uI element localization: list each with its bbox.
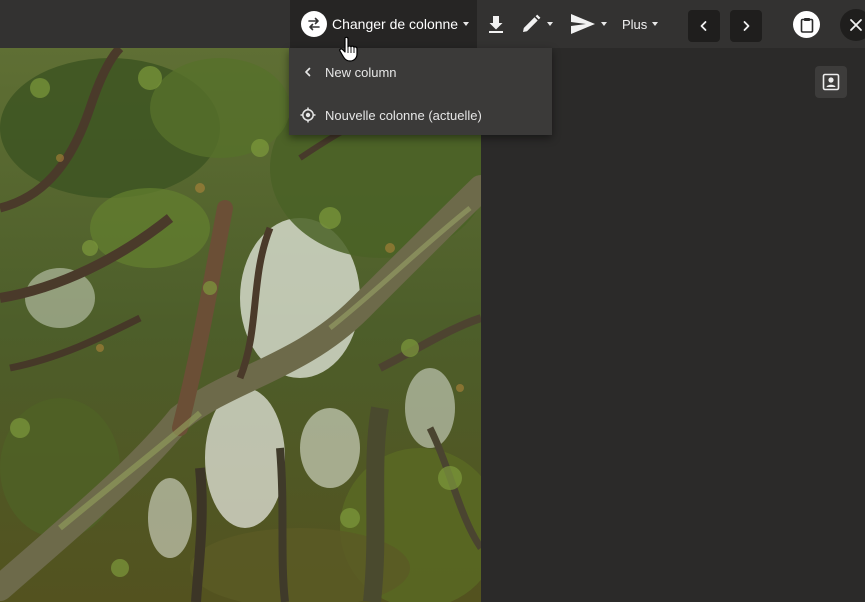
clipboard-icon <box>800 17 813 33</box>
contact-card-button[interactable] <box>815 66 847 98</box>
download-button[interactable] <box>484 0 508 48</box>
caret-down-icon <box>601 22 607 26</box>
caret-down-icon <box>463 22 470 26</box>
caret-down-icon <box>652 22 659 26</box>
download-icon <box>489 16 503 33</box>
crosshair-icon <box>300 107 316 123</box>
caret-down-icon <box>547 22 553 26</box>
clipboard-button[interactable] <box>793 11 820 38</box>
edit-button[interactable] <box>520 0 556 48</box>
previous-button[interactable] <box>688 10 720 42</box>
menu-item-label: Nouvelle colonne (actuelle) <box>325 107 482 123</box>
chevron-left-icon <box>300 64 316 80</box>
top-toolbar: Changer de colonne Plus <box>0 0 865 48</box>
pencil-icon <box>523 14 541 32</box>
more-label: Plus <box>622 16 648 32</box>
swap-arrows-icon <box>301 11 327 37</box>
change-column-label: Changer de colonne <box>332 16 459 32</box>
send-icon <box>571 14 595 34</box>
change-column-button[interactable]: Changer de colonne <box>290 0 477 48</box>
change-column-menu: New column Nouvelle colonne (actuelle) <box>289 48 552 135</box>
chevron-right-icon <box>743 21 750 31</box>
send-button[interactable] <box>570 0 610 48</box>
menu-item-current-column[interactable]: Nouvelle colonne (actuelle) <box>289 95 552 135</box>
chevron-left-icon <box>700 21 707 31</box>
next-button[interactable] <box>730 10 762 42</box>
close-button[interactable] <box>840 9 865 41</box>
contact-card-icon <box>822 73 840 91</box>
menu-item-new-column[interactable]: New column <box>289 52 552 92</box>
more-button[interactable]: Plus <box>622 0 662 48</box>
menu-item-label: New column <box>325 64 397 80</box>
close-icon <box>850 19 862 31</box>
